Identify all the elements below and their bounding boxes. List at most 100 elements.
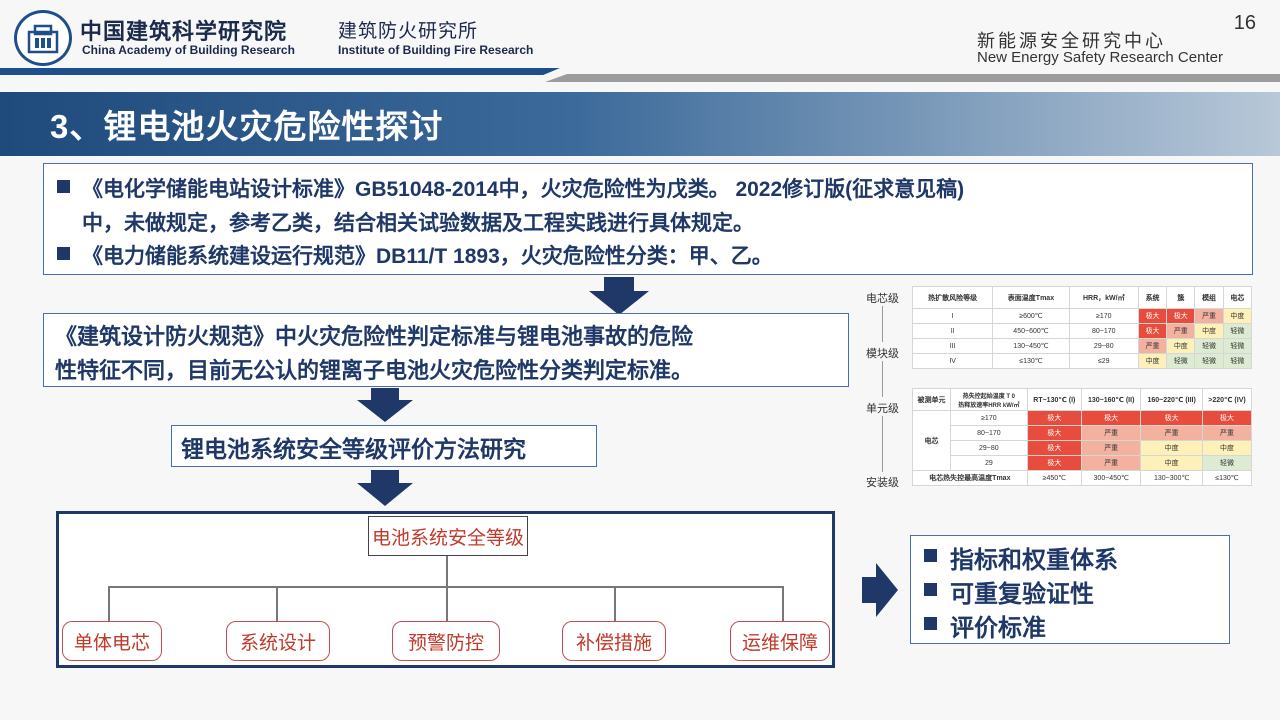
table-cell: 严重 <box>1201 425 1253 441</box>
table1-header: 模组 <box>1194 286 1224 309</box>
table-cell: II <box>911 323 994 339</box>
table2-row-label: 电芯 <box>911 410 952 471</box>
down-arrow-icon <box>589 277 649 315</box>
table-cell: ≥170 <box>950 410 1028 426</box>
center-name-en: New Energy Safety Research Center <box>977 49 1223 66</box>
criteria-standard: 评价标准 <box>950 615 1046 642</box>
thermal-diffusion-risk-table: 热扩散风险等级 表面温度Tmax HRR，kW/㎡ 系统 簇 模组 电芯 I ≥… <box>911 286 1253 369</box>
level-label-module: 模块级 <box>866 348 899 360</box>
table2-header: >220℃ (IV) <box>1201 388 1253 411</box>
table-cell: 极大 <box>1026 425 1083 441</box>
table1-header: 电芯 <box>1222 286 1253 309</box>
table-cell: 29 <box>950 455 1028 471</box>
table-cell: 29~80 <box>1068 338 1139 354</box>
table-row: IV ≤130℃ ≤29 中度 轻微 轻微 轻微 <box>911 353 1253 369</box>
tree-connector <box>782 586 784 622</box>
table-row: II 450~600℃ 80~170 极大 严重 中度 轻微 <box>911 323 1253 339</box>
bullet-square-icon <box>924 617 937 630</box>
table-cell: 中度 <box>1140 455 1203 471</box>
table-cell: 轻微 <box>1201 455 1253 471</box>
fire-code-line-2: 性特征不同，目前无公认的锂离子电池火灾危险性分类判定标准。 <box>55 358 694 383</box>
criteria-indicators: 指标和权重体系 <box>950 547 1118 574</box>
table-row: 80~170 极大 严重 严重 严重 <box>913 425 1253 441</box>
table2-header: 130~160℃ (II) <box>1081 388 1142 411</box>
slide-title: 3、锂电池火灾危险性探讨 <box>50 108 444 145</box>
table-cell: 29~80 <box>950 440 1028 456</box>
table-cell: 极大 <box>1026 410 1083 426</box>
fire-code-line-1: 《建筑设计防火规范》中火灾危险性判定标准与锂电池事故的危险 <box>55 324 694 349</box>
tree-connector <box>108 586 110 622</box>
table-cell: 轻微 <box>1222 323 1253 339</box>
table1-header: 表面温度Tmax <box>992 286 1070 309</box>
table-cell: 300~450℃ <box>1081 470 1142 486</box>
table-cell: III <box>911 338 994 354</box>
table2-corner-top: 热失控起始温度 T 0 <box>962 393 1016 400</box>
cabr-logo <box>14 10 72 66</box>
tree-connector <box>446 556 448 586</box>
table-cell: 极大 <box>1026 440 1083 456</box>
table-cell: ≤130℃ <box>1201 470 1253 486</box>
standards-line-3: 《电力储能系统建设运行规范》DB11/T 1893，火灾危险性分类：甲、乙。 <box>82 245 773 268</box>
bullet-square-icon <box>57 180 70 193</box>
table-row: 电芯 ≥170 极大 极大 极大 极大 <box>911 410 1253 471</box>
table-row: III 130~450℃ 29~80 严重 中度 轻微 轻微 <box>911 338 1253 354</box>
org-name-cn: 中国建筑科学研究院 <box>80 19 288 45</box>
table-cell: IV <box>911 353 994 369</box>
table2-header: 160~220℃ (III) <box>1140 388 1203 411</box>
building-logo-icon <box>27 24 59 54</box>
level-label-unit: 单元级 <box>866 403 899 415</box>
table-cell: ≥450℃ <box>1026 470 1083 486</box>
criteria-repeatability: 可重复验证性 <box>950 581 1094 608</box>
table-cell: 严重 <box>1140 425 1203 441</box>
table-cell: 80~170 <box>950 425 1028 441</box>
table1-header: 系统 <box>1137 286 1168 309</box>
level-label-cell: 电芯级 <box>866 293 899 305</box>
header-stripe-gray <box>545 74 1280 82</box>
table-cell: 轻微 <box>1222 338 1253 354</box>
table2-header: RT~130℃ (I) <box>1026 388 1083 411</box>
evaluation-method-text: 锂电池系统安全等级评价方法研究 <box>181 436 526 462</box>
table-cell: 极大 <box>1026 455 1083 471</box>
tree-connector <box>446 586 448 622</box>
tree-node-operations: 运维保障 <box>730 621 830 661</box>
table-cell: 轻微 <box>1166 353 1196 369</box>
table-cell: ≥600℃ <box>992 308 1070 324</box>
table-cell: 严重 <box>1081 425 1142 441</box>
cell-safety-level-table: 被测单元 热失控起始温度 T 0 热释放速率HRR kW/㎡ RT~130℃ (I… <box>911 388 1253 486</box>
table-cell: 轻微 <box>1194 353 1224 369</box>
table-cell: 极大 <box>1081 410 1142 426</box>
table-cell: ≥170 <box>1068 308 1139 324</box>
institute-name-cn: 建筑防火研究所 <box>338 21 479 42</box>
table-cell: 极大 <box>1137 308 1168 324</box>
tree-node-system-design: 系统设计 <box>226 621 330 661</box>
table-cell: 130~300℃ <box>1140 470 1203 486</box>
tree-connector <box>614 586 616 622</box>
table2-corner: 被测单元 <box>911 388 952 411</box>
right-arrow-icon <box>862 563 898 617</box>
table-cell: 中度 <box>1194 323 1224 339</box>
tree-node-compensation: 补偿措施 <box>562 621 666 661</box>
standards-line-1: 《电化学储能电站设计标准》GB51048-2014中，火灾危险性为戊类。 202… <box>82 178 965 201</box>
down-arrow-icon <box>357 388 413 422</box>
table-cell: 80~170 <box>1068 323 1139 339</box>
table-cell: I <box>911 308 994 324</box>
institute-name-en: Institute of Building Fire Research <box>338 43 534 57</box>
table-cell: 极大 <box>1137 323 1168 339</box>
level-connector <box>882 306 883 342</box>
table-cell: 中度 <box>1201 440 1253 456</box>
table-cell: 严重 <box>1194 308 1224 324</box>
table-cell: 极大 <box>1140 410 1203 426</box>
tree-root-node: 电池系统安全等级 <box>368 516 528 556</box>
table-cell: 轻微 <box>1194 338 1224 354</box>
page-number: 16 <box>1233 12 1256 34</box>
standards-line-2: 中，未做规定，参考乙类，结合相关试验数据及工程实践进行具体规定。 <box>82 212 754 235</box>
table-cell: 极大 <box>1201 410 1253 426</box>
table-cell: 中度 <box>1166 338 1196 354</box>
table-row: 29 极大 严重 中度 轻微 <box>913 455 1253 471</box>
tree-node-cell: 单体电芯 <box>62 621 162 661</box>
table2-footer-label: 电芯热失控最高温度Tmax <box>912 470 1028 486</box>
table-cell: ≤29 <box>1068 353 1139 369</box>
header-stripe-blue <box>0 68 560 75</box>
table-cell: 中度 <box>1137 353 1168 369</box>
table1-header: 热扩散风险等级 <box>911 286 994 309</box>
